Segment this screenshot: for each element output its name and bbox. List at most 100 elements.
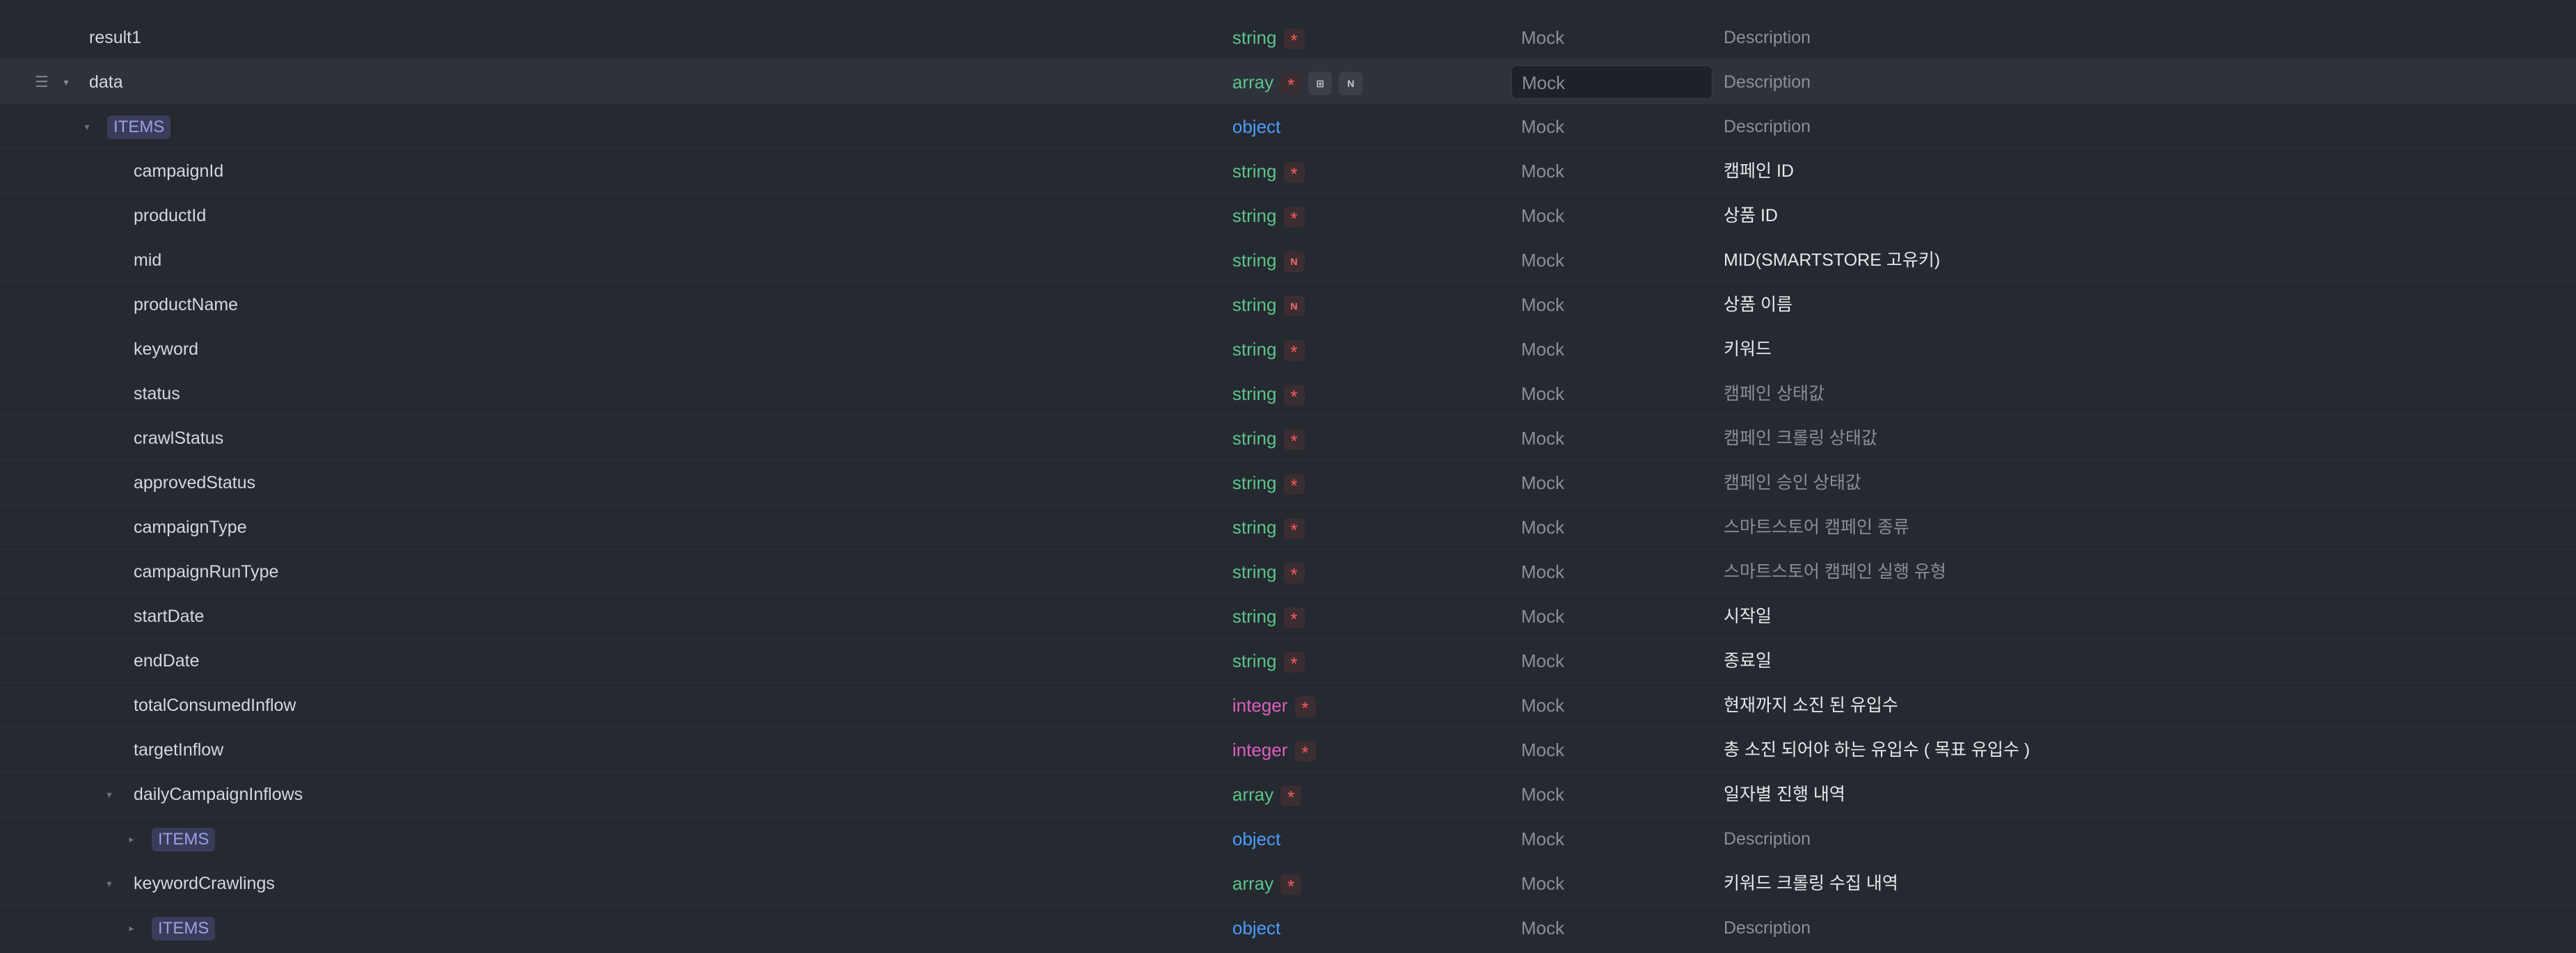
field-name[interactable]: approvedStatus: [134, 461, 255, 505]
schema-row[interactable]: crawlStatus string * Mock 캠페인 크롤링 상태값: [0, 416, 2576, 461]
type-label[interactable]: string: [1232, 383, 1277, 404]
schema-row[interactable]: result1 string * Mock Description: [0, 15, 2576, 60]
asterisk-icon[interactable]: *: [1283, 429, 1305, 451]
type-cell[interactable]: string *: [1232, 550, 1305, 594]
type-label[interactable]: string: [1232, 472, 1277, 493]
description-input[interactable]: Description: [1724, 817, 1811, 861]
nullable-n-icon[interactable]: N: [1283, 296, 1305, 317]
schema-row[interactable]: keyword string * Mock 키워드: [0, 327, 2576, 371]
description-input[interactable]: 캠페인 ID: [1724, 149, 1794, 193]
type-cell[interactable]: integer *: [1232, 683, 1316, 728]
schema-row[interactable]: totalConsumedInflow integer * Mock 현재까지 소진 된…: [0, 683, 2576, 728]
type-cell[interactable]: object: [1232, 906, 1280, 950]
type-label[interactable]: string: [1232, 161, 1277, 182]
field-name[interactable]: targetInflow: [134, 728, 223, 772]
mock-input[interactable]: Mock: [1511, 683, 1712, 728]
type-label[interactable]: object: [1232, 116, 1280, 137]
description-input[interactable]: 캠페인 크롤링 상태값: [1724, 416, 1877, 461]
schema-row[interactable]: approvedStatus string * Mock 캠페인 승인 상태값: [0, 461, 2576, 505]
type-label[interactable]: array: [1232, 72, 1273, 93]
schema-row[interactable]: productName string N Mock 상품 이름: [0, 282, 2576, 327]
nullable-n-icon[interactable]: N: [1339, 72, 1363, 96]
field-name[interactable]: campaignId: [134, 149, 223, 193]
mock-input[interactable]: Mock: [1511, 639, 1712, 683]
asterisk-icon[interactable]: *: [1280, 73, 1302, 95]
mock-input[interactable]: Mock: [1511, 282, 1712, 327]
description-input[interactable]: 종료일: [1724, 639, 1772, 683]
field-name[interactable]: dailyCampaignInflows: [134, 772, 303, 817]
type-label[interactable]: object: [1232, 918, 1280, 938]
schema-row[interactable]: campaignType string * Mock 스마트스토어 캠페인 종류: [0, 505, 2576, 550]
field-name[interactable]: crawlStatus: [134, 416, 223, 461]
field-name[interactable]: endDate: [134, 639, 200, 683]
caret-down-icon[interactable]: ▾: [61, 60, 71, 104]
items-label[interactable]: ITEMS: [152, 906, 216, 950]
asterisk-icon[interactable]: *: [1280, 874, 1302, 897]
field-name[interactable]: result1: [89, 15, 141, 60]
schema-row[interactable]: ▾ dailyCampaignInflows array * Mock 일자별 진행 내역: [0, 772, 2576, 817]
description-input[interactable]: 캠페인 상태값: [1724, 371, 1824, 416]
type-label[interactable]: string: [1232, 294, 1277, 315]
description-input[interactable]: Description: [1724, 104, 1811, 149]
mock-input[interactable]: Mock: [1511, 65, 1712, 99]
asterisk-icon[interactable]: *: [1283, 563, 1305, 585]
type-label[interactable]: string: [1232, 606, 1277, 627]
type-label[interactable]: object: [1232, 828, 1280, 849]
asterisk-icon[interactable]: *: [1283, 518, 1305, 540]
type-label[interactable]: array: [1232, 873, 1273, 894]
mock-input[interactable]: Mock: [1511, 861, 1712, 906]
type-label[interactable]: string: [1232, 428, 1277, 449]
caret-down-icon[interactable]: ▾: [82, 104, 92, 149]
description-input[interactable]: 스마트스토어 캠페인 종류: [1724, 505, 1909, 550]
type-cell[interactable]: string *: [1232, 639, 1305, 683]
mock-input[interactable]: Mock: [1511, 327, 1712, 371]
description-input[interactable]: Description: [1724, 906, 1811, 950]
field-name[interactable]: productId: [134, 193, 206, 238]
mock-input[interactable]: Mock: [1511, 15, 1712, 60]
type-cell[interactable]: array * ⊞ N: [1232, 60, 1363, 104]
type-cell[interactable]: object: [1232, 817, 1280, 861]
schema-row[interactable]: mid string N Mock MID(SMARTSTORE 고유키): [0, 238, 2576, 282]
schema-row[interactable]: ▸ ITEMS object Mock Description: [0, 906, 2576, 950]
schema-row[interactable]: campaignRunType string * Mock 스마트스토어 캠페인 실행 …: [0, 550, 2576, 594]
field-name[interactable]: startDate: [134, 594, 204, 639]
schema-row[interactable]: targetInflow integer * Mock 총 소진 되어야 하는 유입수 …: [0, 728, 2576, 772]
asterisk-icon[interactable]: *: [1283, 162, 1305, 184]
type-cell[interactable]: string *: [1232, 505, 1305, 550]
type-label[interactable]: string: [1232, 650, 1277, 671]
description-input[interactable]: Description: [1724, 60, 1811, 104]
mock-input[interactable]: Mock: [1511, 550, 1712, 594]
schema-row[interactable]: ▾ keywordCrawlings array * Mock 키워드 크롤링 수집 내역: [0, 861, 2576, 906]
field-name[interactable]: keywordCrawlings: [134, 861, 275, 906]
description-input[interactable]: Description: [1724, 15, 1811, 60]
type-cell[interactable]: string *: [1232, 149, 1305, 193]
schema-row[interactable]: ▾ ITEMS object Mock Description: [0, 104, 2576, 149]
type-cell[interactable]: array *: [1232, 861, 1302, 906]
mock-input[interactable]: Mock: [1511, 149, 1712, 193]
field-name[interactable]: totalConsumedInflow: [134, 683, 296, 728]
mock-input[interactable]: Mock: [1511, 193, 1712, 238]
schema-row[interactable]: ☰ ▾ data array * ⊞ N Mock Description: [0, 60, 2576, 104]
type-cell[interactable]: string *: [1232, 461, 1305, 505]
caret-down-icon[interactable]: ▾: [104, 861, 114, 906]
description-input[interactable]: 키워드 크롤링 수집 내역: [1724, 861, 1898, 906]
schema-row[interactable]: endDate string * Mock 종료일: [0, 639, 2576, 683]
type-cell[interactable]: string *: [1232, 416, 1305, 461]
field-name[interactable]: status: [134, 371, 180, 416]
mock-input[interactable]: Mock: [1511, 817, 1712, 861]
asterisk-icon[interactable]: *: [1294, 696, 1316, 719]
asterisk-icon[interactable]: *: [1283, 29, 1305, 51]
items-label[interactable]: ITEMS: [152, 817, 216, 861]
description-input[interactable]: 총 소진 되어야 하는 유입수 ( 목표 유입수 ): [1724, 728, 2030, 772]
asterisk-icon[interactable]: *: [1280, 785, 1302, 808]
type-cell[interactable]: string N: [1232, 282, 1305, 327]
type-label[interactable]: integer: [1232, 739, 1288, 760]
field-name[interactable]: mid: [134, 238, 161, 282]
drag-handle-icon[interactable]: ☰: [35, 60, 49, 104]
mock-input[interactable]: Mock: [1511, 505, 1712, 550]
type-cell[interactable]: object: [1232, 104, 1280, 149]
type-label[interactable]: string: [1232, 561, 1277, 582]
type-cell[interactable]: string *: [1232, 15, 1305, 60]
asterisk-icon[interactable]: *: [1283, 607, 1305, 630]
type-cell[interactable]: string *: [1232, 371, 1305, 416]
